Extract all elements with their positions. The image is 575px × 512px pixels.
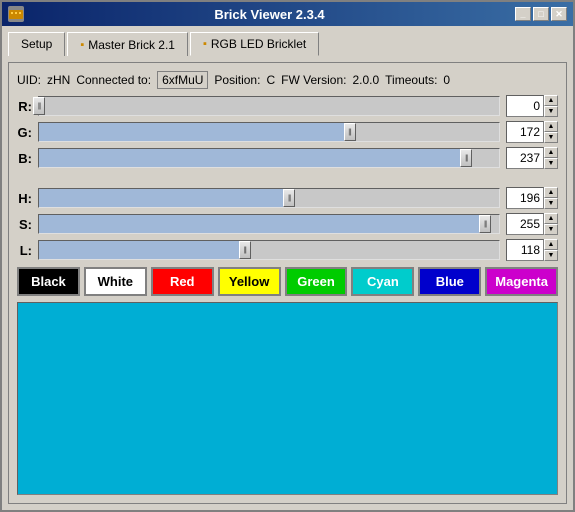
b-thumb[interactable] xyxy=(460,149,472,167)
l-thumb[interactable] xyxy=(239,241,251,259)
r-slider[interactable] xyxy=(38,96,500,116)
r-input[interactable] xyxy=(506,95,544,117)
l-label: L: xyxy=(17,243,32,258)
b-label: B: xyxy=(17,151,32,166)
b-fill xyxy=(39,149,466,167)
s-slider-row: S: ▲ ▼ xyxy=(17,213,558,235)
black-button[interactable]: Black xyxy=(17,267,80,296)
white-button[interactable]: White xyxy=(84,267,147,296)
green-button[interactable]: Green xyxy=(285,267,348,296)
h-spin-down[interactable]: ▼ xyxy=(544,198,558,209)
r-slider-row: R: ▲ ▼ xyxy=(17,95,558,117)
tab-setup[interactable]: Setup xyxy=(8,32,65,56)
color-preview xyxy=(17,302,558,495)
divider xyxy=(17,175,558,181)
s-slider[interactable] xyxy=(38,214,500,234)
master-brick-tab-icon: ▪ xyxy=(80,39,84,51)
window-title: Brick Viewer 2.3.4 xyxy=(24,7,515,22)
l-input[interactable] xyxy=(506,239,544,261)
color-buttons: Black White Red Yellow Green Cyan Blue M… xyxy=(17,267,558,296)
info-row: UID: zHN Connected to: 6xfMuU Position: … xyxy=(17,71,558,89)
h-label: H: xyxy=(17,191,32,206)
s-spin-btns: ▲ ▼ xyxy=(544,213,558,235)
r-spin-down[interactable]: ▼ xyxy=(544,106,558,117)
h-spin-up[interactable]: ▲ xyxy=(544,187,558,198)
yellow-button[interactable]: Yellow xyxy=(218,267,281,296)
tab-master-brick[interactable]: ▪ Master Brick 2.1 xyxy=(67,32,188,56)
g-thumb[interactable] xyxy=(344,123,356,141)
l-slider[interactable] xyxy=(38,240,500,260)
l-spin-down[interactable]: ▼ xyxy=(544,250,558,261)
tab-panel: UID: zHN Connected to: 6xfMuU Position: … xyxy=(8,62,567,504)
g-fill xyxy=(39,123,350,141)
r-spin-btns: ▲ ▼ xyxy=(544,95,558,117)
fw-label: FW Version: xyxy=(281,73,346,87)
l-spin-btns: ▲ ▼ xyxy=(544,239,558,261)
b-spin-up[interactable]: ▲ xyxy=(544,147,558,158)
g-spinbox: ▲ ▼ xyxy=(506,121,558,143)
h-slider-row: H: ▲ ▼ xyxy=(17,187,558,209)
main-window: Brick Viewer 2.3.4 _ □ ✕ Setup ▪ Master … xyxy=(0,0,575,512)
h-slider[interactable] xyxy=(38,188,500,208)
s-input[interactable] xyxy=(506,213,544,235)
b-slider[interactable] xyxy=(38,148,500,168)
h-thumb[interactable] xyxy=(283,189,295,207)
b-slider-row: B: ▲ ▼ xyxy=(17,147,558,169)
window-controls: _ □ ✕ xyxy=(515,7,567,21)
position-label: Position: xyxy=(214,73,260,87)
position-value: C xyxy=(266,73,275,87)
fw-value: 2.0.0 xyxy=(352,73,379,87)
cyan-button[interactable]: Cyan xyxy=(351,267,414,296)
l-slider-row: L: ▲ ▼ xyxy=(17,239,558,261)
s-label: S: xyxy=(17,217,32,232)
r-label: R: xyxy=(17,99,32,114)
l-spin-up[interactable]: ▲ xyxy=(544,239,558,250)
l-spinbox: ▲ ▼ xyxy=(506,239,558,261)
rgb-sliders: R: ▲ ▼ G: xyxy=(17,95,558,169)
g-spin-btns: ▲ ▼ xyxy=(544,121,558,143)
minimize-button[interactable]: _ xyxy=(515,7,531,21)
tab-bar: Setup ▪ Master Brick 2.1 ▪ RGB LED Brick… xyxy=(8,32,567,56)
r-thumb[interactable] xyxy=(33,97,45,115)
r-spinbox: ▲ ▼ xyxy=(506,95,558,117)
uid-value: zHN xyxy=(47,73,70,87)
tab-rgb-led[interactable]: ▪ RGB LED Bricklet xyxy=(190,32,319,56)
s-spin-down[interactable]: ▼ xyxy=(544,224,558,235)
s-thumb[interactable] xyxy=(479,215,491,233)
blue-button[interactable]: Blue xyxy=(418,267,481,296)
g-slider[interactable] xyxy=(38,122,500,142)
h-spin-btns: ▲ ▼ xyxy=(544,187,558,209)
timeouts-value: 0 xyxy=(443,73,450,87)
l-fill xyxy=(39,241,245,259)
g-slider-row: G: ▲ ▼ xyxy=(17,121,558,143)
title-bar: Brick Viewer 2.3.4 _ □ ✕ xyxy=(2,2,573,26)
g-spin-up[interactable]: ▲ xyxy=(544,121,558,132)
s-fill xyxy=(39,215,485,233)
window-icon xyxy=(8,6,24,22)
connected-label: Connected to: xyxy=(76,73,151,87)
b-spin-btns: ▲ ▼ xyxy=(544,147,558,169)
red-button[interactable]: Red xyxy=(151,267,214,296)
rgb-led-tab-icon: ▪ xyxy=(203,38,207,50)
hsl-sliders: H: ▲ ▼ S: xyxy=(17,187,558,261)
magenta-button[interactable]: Magenta xyxy=(485,267,558,296)
maximize-button[interactable]: □ xyxy=(533,7,549,21)
s-spin-up[interactable]: ▲ xyxy=(544,213,558,224)
s-spinbox: ▲ ▼ xyxy=(506,213,558,235)
b-input[interactable] xyxy=(506,147,544,169)
timeouts-label: Timeouts: xyxy=(385,73,437,87)
h-fill xyxy=(39,189,289,207)
r-spin-up[interactable]: ▲ xyxy=(544,95,558,106)
h-input[interactable] xyxy=(506,187,544,209)
g-label: G: xyxy=(17,125,32,140)
uid-label: UID: xyxy=(17,73,41,87)
h-spinbox: ▲ ▼ xyxy=(506,187,558,209)
connected-value: 6xfMuU xyxy=(157,71,208,89)
window-content: Setup ▪ Master Brick 2.1 ▪ RGB LED Brick… xyxy=(2,26,573,510)
b-spin-down[interactable]: ▼ xyxy=(544,158,558,169)
close-button[interactable]: ✕ xyxy=(551,7,567,21)
g-input[interactable] xyxy=(506,121,544,143)
g-spin-down[interactable]: ▼ xyxy=(544,132,558,143)
b-spinbox: ▲ ▼ xyxy=(506,147,558,169)
